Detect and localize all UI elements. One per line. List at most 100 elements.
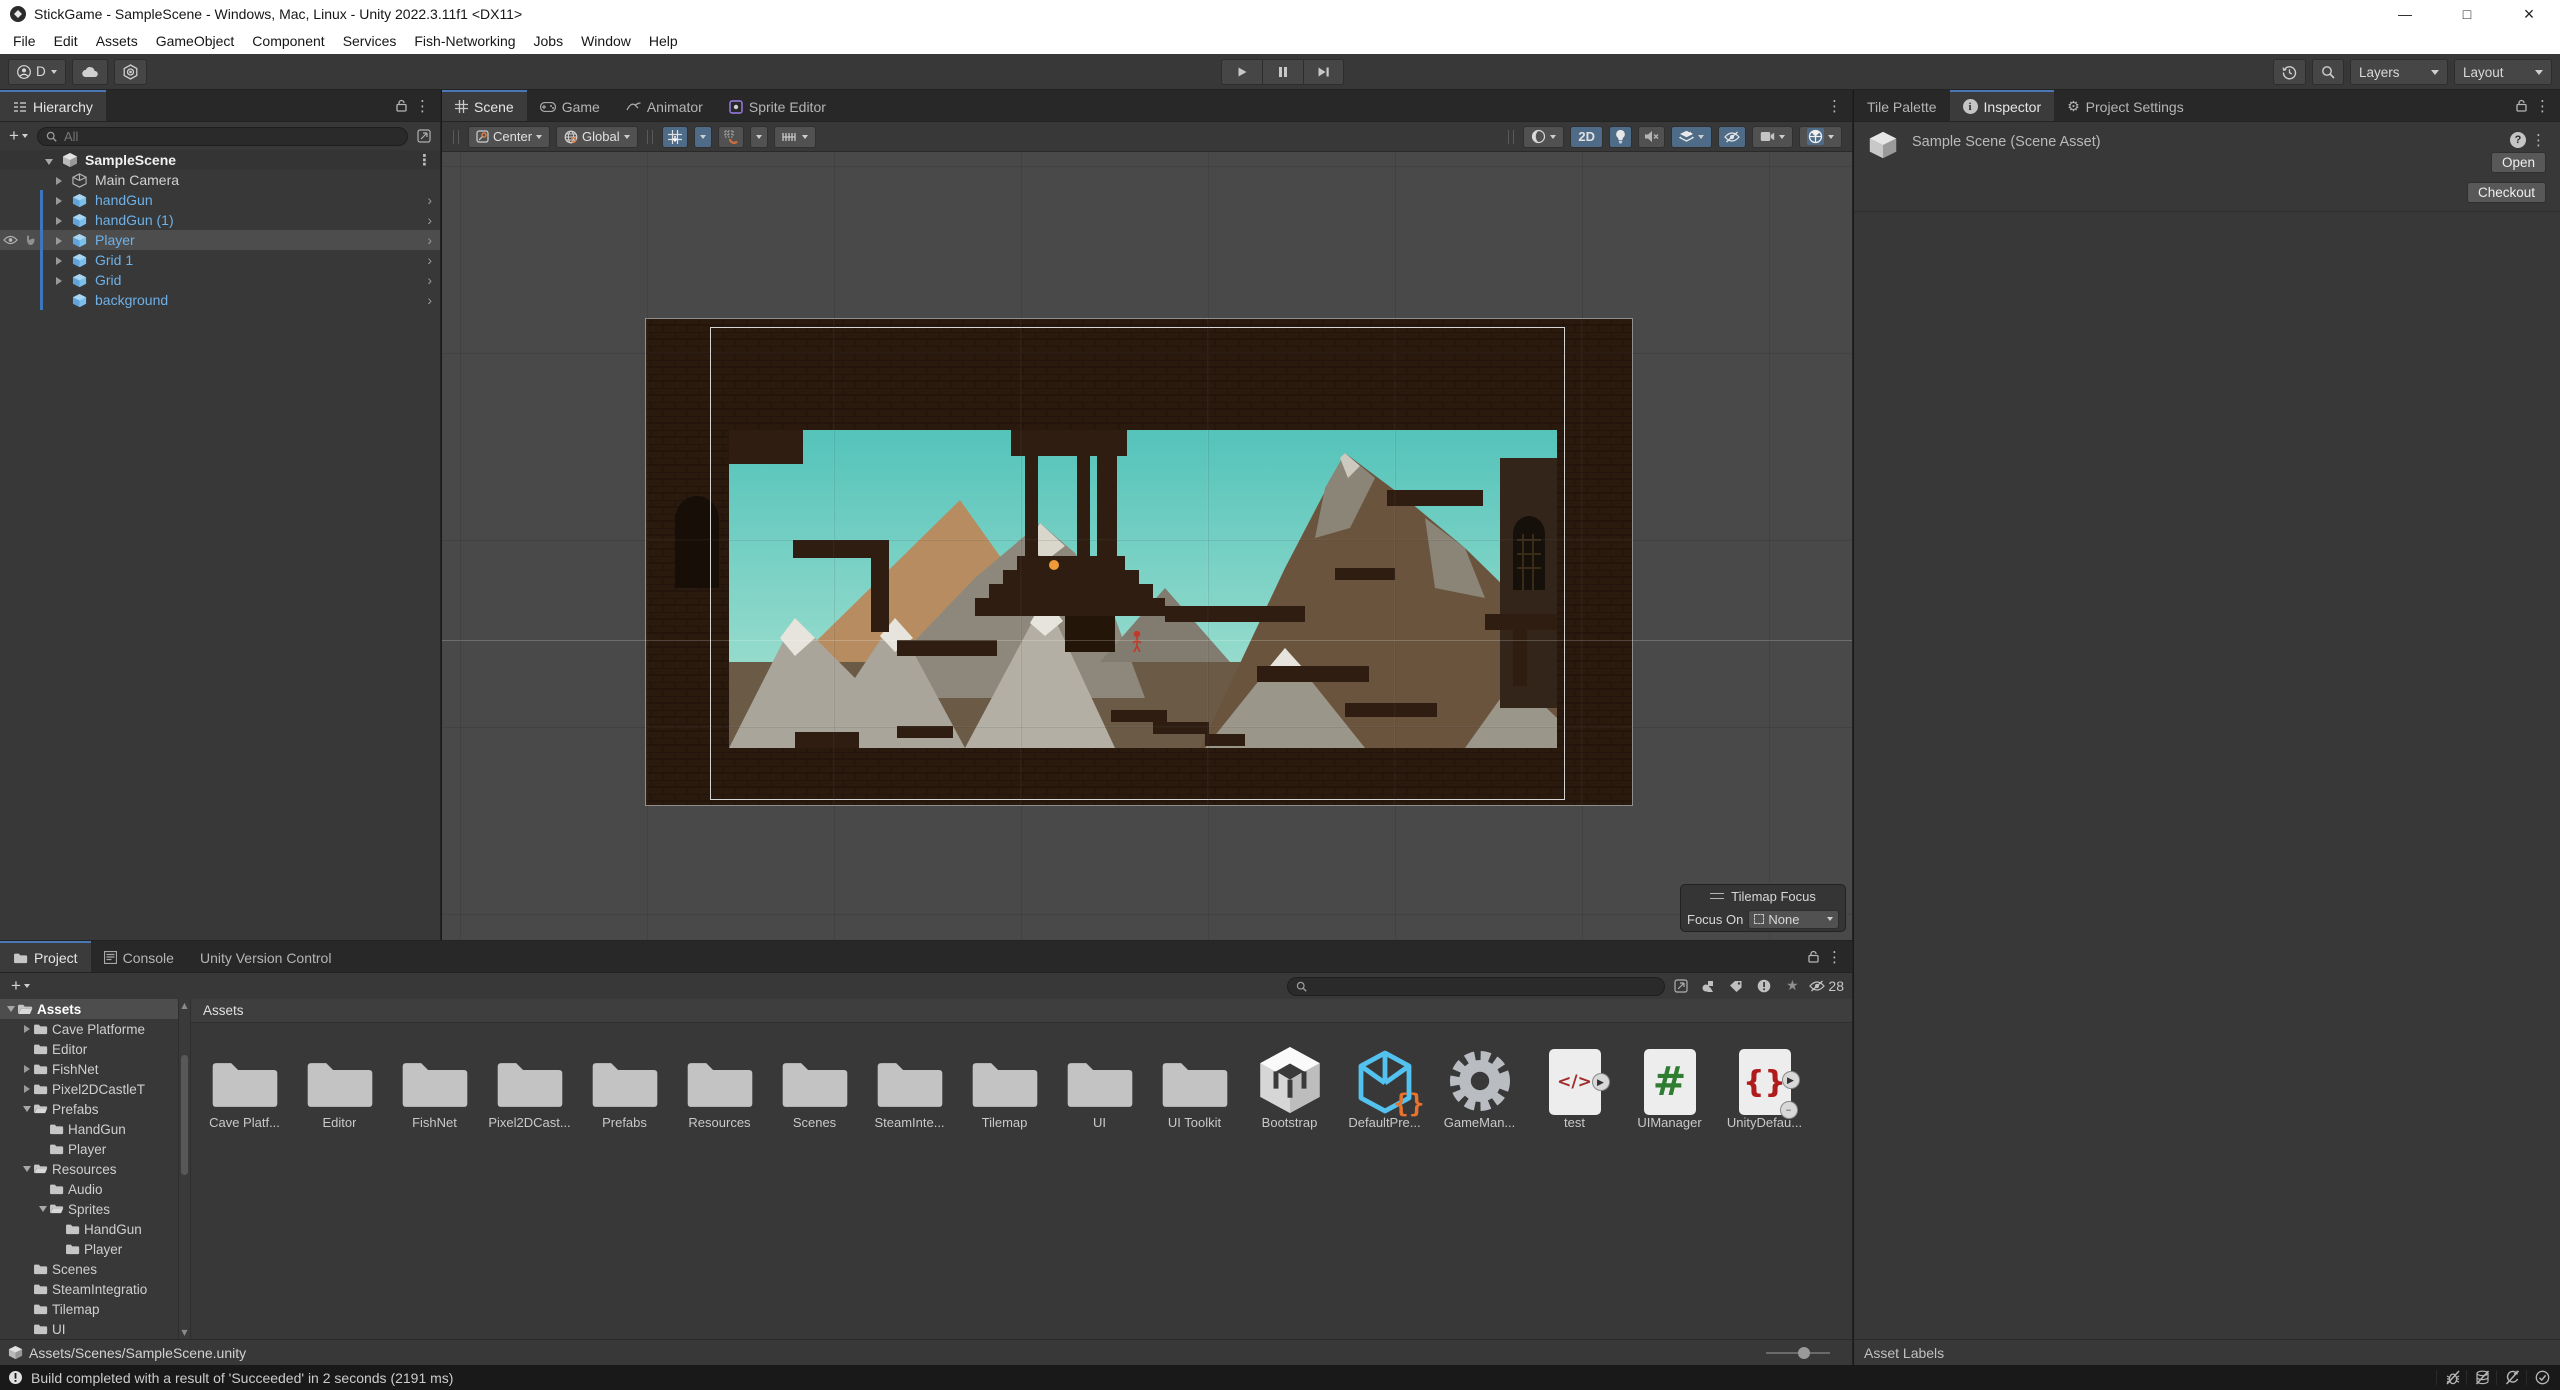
tree-scrollbar[interactable]: ▲ ▼ bbox=[178, 999, 191, 1339]
maximize-button[interactable]: □ bbox=[2436, 0, 2498, 28]
orientation-dropdown[interactable]: Global bbox=[556, 126, 638, 148]
asset-item-script[interactable]: # UIManager bbox=[1622, 1031, 1717, 1133]
pivot-mode-dropdown[interactable]: Center bbox=[468, 126, 550, 148]
hierarchy-add-button[interactable]: + bbox=[6, 126, 31, 146]
tree-item[interactable]: Editor bbox=[0, 1039, 178, 1059]
cloud-button[interactable] bbox=[72, 59, 108, 85]
asset-item-folder[interactable]: Scenes bbox=[767, 1031, 862, 1133]
overlay-drag-handle[interactable] bbox=[1710, 893, 1724, 899]
prefab-open-chevron[interactable]: › bbox=[427, 192, 432, 208]
scene-render-tilemap-level[interactable] bbox=[645, 318, 1633, 806]
play-button[interactable] bbox=[1221, 59, 1262, 85]
tree-item[interactable]: Tilemap bbox=[0, 1299, 178, 1319]
undo-history-button[interactable] bbox=[2273, 59, 2306, 85]
open-button[interactable]: Open bbox=[2491, 152, 2546, 173]
asset-item-folder[interactable]: Tilemap bbox=[957, 1031, 1052, 1133]
hierarchy-item-grid-1[interactable]: Grid 1 › bbox=[0, 250, 440, 270]
search-button[interactable] bbox=[2312, 59, 2344, 85]
hierarchy-item-player[interactable]: Player › bbox=[0, 230, 440, 250]
lock-icon[interactable] bbox=[2516, 99, 2527, 112]
thumbnail-size-slider[interactable] bbox=[1766, 1352, 1830, 1354]
focus-on-dropdown[interactable]: None bbox=[1748, 910, 1839, 929]
tab-hierarchy[interactable]: Hierarchy bbox=[0, 90, 106, 121]
shading-mode-dropdown[interactable] bbox=[1523, 126, 1564, 148]
hierarchy-item-background[interactable]: background › bbox=[0, 290, 440, 310]
prefab-open-chevron[interactable]: › bbox=[427, 252, 432, 268]
grid-snap-toggle[interactable] bbox=[662, 126, 688, 148]
effects-toggle[interactable] bbox=[1671, 126, 1712, 148]
asset-item-folder[interactable]: UI Toolkit bbox=[1147, 1031, 1242, 1133]
scene-visibility-toggle[interactable] bbox=[1718, 126, 1746, 148]
menu-jobs[interactable]: Jobs bbox=[525, 33, 573, 49]
version-control-button[interactable] bbox=[114, 59, 147, 85]
kebab-menu-icon[interactable]: ⋮ bbox=[409, 97, 436, 115]
toolbar-drag-handle[interactable] bbox=[453, 130, 459, 144]
asset-item-preset[interactable]: {} DefaultPre... bbox=[1337, 1031, 1432, 1133]
lock-icon[interactable] bbox=[396, 99, 407, 112]
tree-item[interactable]: Player bbox=[0, 1239, 178, 1259]
scene-lighting-toggle[interactable] bbox=[1609, 126, 1632, 148]
tree-item[interactable]: Prefabs bbox=[0, 1099, 178, 1119]
project-add-button[interactable]: + bbox=[8, 976, 33, 996]
tree-item[interactable]: Cave Platforme bbox=[0, 1019, 178, 1039]
tree-item[interactable]: Sprites bbox=[0, 1199, 178, 1219]
tilemap-focus-overlay[interactable]: Tilemap Focus Focus On None bbox=[1680, 884, 1846, 932]
status-message[interactable]: Build completed with a result of 'Succee… bbox=[31, 1370, 453, 1386]
asset-item-folder[interactable]: Prefabs bbox=[577, 1031, 672, 1133]
tree-item[interactable]: HandGun bbox=[0, 1119, 178, 1139]
tree-item[interactable]: UI bbox=[0, 1319, 178, 1339]
asset-item-gear[interactable]: GameMan... bbox=[1432, 1031, 1527, 1133]
search-log-icon[interactable] bbox=[1753, 976, 1775, 996]
asset-labels-bar[interactable]: Asset Labels bbox=[1854, 1339, 2560, 1365]
scrollbar-thumb[interactable] bbox=[181, 1055, 188, 1175]
prefab-open-chevron[interactable]: › bbox=[427, 212, 432, 228]
status-ok-icon[interactable] bbox=[2526, 1370, 2552, 1385]
tab-game[interactable]: Game bbox=[527, 90, 613, 121]
menu-fish-networking[interactable]: Fish-Networking bbox=[405, 33, 524, 49]
debugger-disabled-icon[interactable] bbox=[2436, 1370, 2462, 1385]
tree-item[interactable]: SteamIntegratio bbox=[0, 1279, 178, 1299]
menu-gameobject[interactable]: GameObject bbox=[147, 33, 244, 49]
tab-project-settings[interactable]: ⚙ Project Settings bbox=[2054, 90, 2197, 121]
lock-icon[interactable] bbox=[1808, 950, 1819, 963]
tree-item[interactable]: Scenes bbox=[0, 1259, 178, 1279]
menu-component[interactable]: Component bbox=[243, 33, 333, 49]
visibility-eye-icon[interactable] bbox=[3, 234, 18, 246]
audio-mute-toggle[interactable] bbox=[1638, 126, 1665, 148]
project-search-input[interactable] bbox=[1312, 978, 1656, 995]
asset-item-folder[interactable]: Pixel2DCast... bbox=[482, 1031, 577, 1133]
hierarchy-item-grid[interactable]: Grid › bbox=[0, 270, 440, 290]
menu-help[interactable]: Help bbox=[640, 33, 687, 49]
layers-dropdown[interactable]: Layers bbox=[2350, 59, 2448, 85]
hidden-packages-count[interactable]: 28 bbox=[1809, 976, 1844, 996]
help-icon[interactable]: ? bbox=[2510, 132, 2526, 148]
asset-item-folder[interactable]: Resources bbox=[672, 1031, 767, 1133]
asset-item-folder[interactable]: Editor bbox=[292, 1031, 387, 1133]
favorites-star-icon[interactable]: ★ bbox=[1781, 976, 1803, 996]
checkout-button[interactable]: Checkout bbox=[2467, 182, 2546, 203]
hierarchy-search-field[interactable] bbox=[37, 127, 408, 146]
menu-window[interactable]: Window bbox=[572, 33, 640, 49]
grid-snap-dropdown[interactable] bbox=[694, 126, 712, 148]
auto-refresh-disabled-icon[interactable] bbox=[2496, 1370, 2522, 1385]
scene-viewport[interactable]: Tilemap Focus Focus On None bbox=[442, 152, 1852, 940]
minimize-button[interactable]: — bbox=[2374, 0, 2436, 28]
tab-inspector[interactable]: i Inspector bbox=[1950, 90, 2055, 121]
menu-file[interactable]: File bbox=[4, 33, 45, 49]
asset-item-folder[interactable]: Cave Platf... bbox=[197, 1031, 292, 1133]
kebab-menu-icon[interactable]: ⋮ bbox=[411, 151, 438, 169]
step-button[interactable] bbox=[1303, 59, 1344, 85]
tree-item[interactable]: Player bbox=[0, 1139, 178, 1159]
close-button[interactable]: × bbox=[2498, 0, 2560, 28]
tree-item[interactable]: Pixel2DCastleT bbox=[0, 1079, 178, 1099]
tool-settings-dropdown[interactable] bbox=[774, 126, 816, 148]
account-button[interactable]: D bbox=[8, 59, 66, 85]
asset-item-scene[interactable]: Bootstrap bbox=[1242, 1031, 1337, 1133]
prefab-open-chevron[interactable]: › bbox=[427, 232, 432, 248]
2d-mode-toggle[interactable]: 2D bbox=[1570, 126, 1603, 148]
pickability-hand-icon[interactable] bbox=[24, 234, 36, 246]
scene-camera-dropdown[interactable] bbox=[1752, 126, 1793, 148]
tab-sprite-editor[interactable]: Sprite Editor bbox=[716, 90, 839, 121]
kebab-menu-icon[interactable]: ⋮ bbox=[2525, 131, 2552, 149]
picker-icon[interactable] bbox=[1671, 976, 1691, 996]
